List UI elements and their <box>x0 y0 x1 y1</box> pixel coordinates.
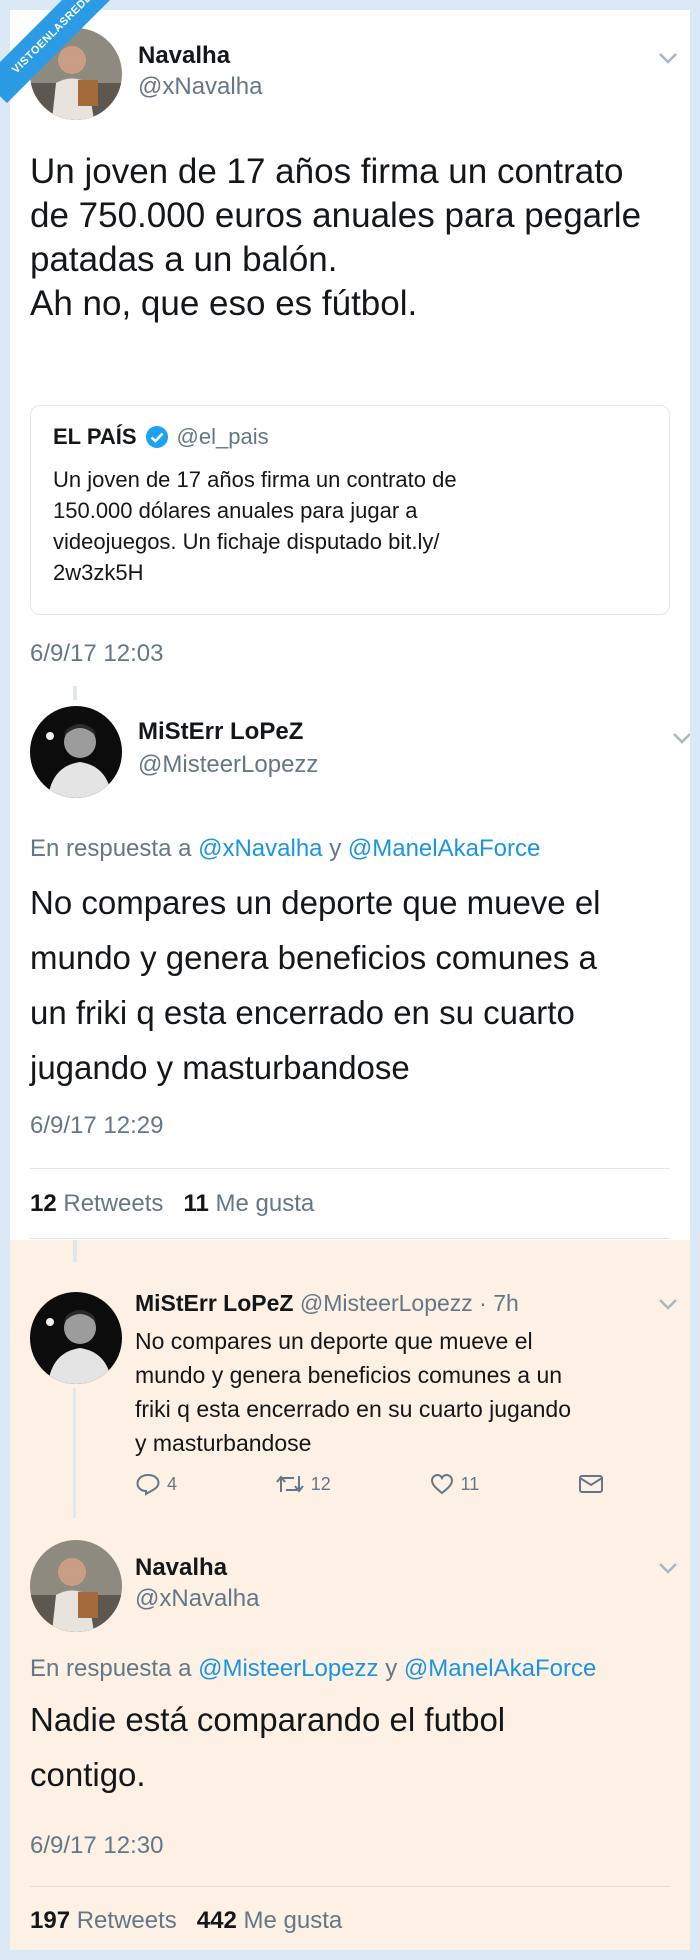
retweet-count: 12 <box>310 1473 331 1494</box>
author-name[interactable]: Navalha <box>135 1554 227 1582</box>
chevron-down-icon[interactable] <box>658 52 678 64</box>
reply-count: 4 <box>167 1473 178 1494</box>
tweet-actions: 4 12 11 <box>135 1472 605 1496</box>
reply-mention-link[interactable]: @MisteerLopezz <box>198 1655 378 1682</box>
retweet-icon <box>275 1475 304 1493</box>
quoted-author-name: EL PAÍS <box>53 424 137 449</box>
reply-joiner: y <box>329 835 342 862</box>
retweet-action[interactable]: 12 <box>275 1472 331 1496</box>
reply-prefix: En respuesta a <box>30 1655 192 1682</box>
retweet-count[interactable]: 12 <box>30 1190 57 1217</box>
reply-joiner: y <box>385 1655 398 1682</box>
author-name[interactable]: MiStErr LoPeZ <box>138 718 303 746</box>
author-handle-time[interactable]: @MisteerLopezz · 7h <box>300 1290 519 1316</box>
avatar[interactable] <box>30 706 122 798</box>
reply-action[interactable]: 4 <box>135 1472 177 1496</box>
retweet-count[interactable]: 197 <box>30 1907 70 1934</box>
engagement-stats: 12 Retweets 11 Me gusta <box>30 1190 314 1218</box>
reply-context: En respuesta a @MisteerLopezz y @ManelAk… <box>30 1655 596 1683</box>
message-action[interactable] <box>577 1472 605 1496</box>
like-action[interactable]: 11 <box>429 1472 480 1496</box>
timestamp[interactable]: 6/9/17 12:30 <box>30 1832 163 1860</box>
reply-mention-link[interactable]: @ManelAkaForce <box>348 835 540 862</box>
tweet-text: No compares un deporte que mueve el mund… <box>30 884 601 1086</box>
author-handle[interactable]: @xNavalha <box>138 73 262 101</box>
thread-connector <box>73 1388 76 1518</box>
reply-context: En respuesta a @xNavalha y @ManelAkaForc… <box>30 835 540 863</box>
reply-icon <box>136 1473 160 1496</box>
retweets-label[interactable]: Retweets <box>63 1190 163 1217</box>
likes-label[interactable]: Me gusta <box>244 1907 343 1934</box>
thread-connector <box>73 1240 77 1262</box>
tweet-text: Nadie está comparando el futbol contigo. <box>30 1701 506 1793</box>
envelope-icon <box>578 1475 603 1493</box>
chevron-down-icon[interactable] <box>672 732 690 744</box>
heart-icon <box>430 1473 453 1495</box>
divider <box>30 1168 670 1169</box>
avatar[interactable] <box>30 1540 122 1632</box>
like-count[interactable]: 11 <box>183 1190 208 1217</box>
reply-prefix: En respuesta a <box>30 835 192 862</box>
retweets-label[interactable]: Retweets <box>77 1907 177 1934</box>
like-count[interactable]: 442 <box>197 1907 237 1934</box>
chevron-down-icon[interactable] <box>658 1562 678 1574</box>
screenshot-frame: Navalha @xNavalha Un joven de 17 años fi… <box>10 10 690 1950</box>
reply-mention-link[interactable]: @ManelAkaForce <box>404 1655 596 1682</box>
quoted-author-handle: @el_pais <box>176 424 269 449</box>
tweet-text: Un joven de 17 años firma un contrato de… <box>30 152 642 323</box>
chevron-down-icon[interactable] <box>658 1298 678 1310</box>
verified-badge-icon <box>145 426 168 448</box>
divider <box>30 1238 670 1239</box>
timestamp[interactable]: 6/9/17 12:29 <box>30 1112 163 1140</box>
divider <box>30 1886 670 1887</box>
engagement-stats: 197 Retweets 442 Me gusta <box>30 1907 342 1935</box>
tweet-text: No compares un deporte que mueve el mund… <box>135 1328 571 1456</box>
author-handle[interactable]: @MisteerLopezz <box>138 751 318 779</box>
quoted-tweet[interactable]: EL PAÍS @el_pais Un joven de 17 años fir… <box>30 405 670 615</box>
likes-label[interactable]: Me gusta <box>215 1190 314 1217</box>
author-name[interactable]: Navalha <box>138 42 230 70</box>
tweet-detail-section: Navalha @xNavalha Un joven de 17 años fi… <box>10 10 690 1240</box>
like-count: 11 <box>460 1473 480 1494</box>
quoted-text: Un joven de 17 años firma un contrato de… <box>53 467 457 585</box>
timestamp[interactable]: 6/9/17 12:03 <box>30 640 163 668</box>
author-name[interactable]: MiStErr LoPeZ <box>135 1290 293 1316</box>
tweet-header: MiStErr LoPeZ @MisteerLopezz · 7h <box>135 1290 519 1317</box>
reply-mention-link[interactable]: @xNavalha <box>198 835 322 862</box>
author-handle[interactable]: @xNavalha <box>135 1585 259 1613</box>
reply-thread-section: MiStErr LoPeZ @MisteerLopezz · 7h No com… <box>10 1240 690 1950</box>
avatar[interactable] <box>30 1292 122 1384</box>
thread-connector <box>73 686 77 700</box>
